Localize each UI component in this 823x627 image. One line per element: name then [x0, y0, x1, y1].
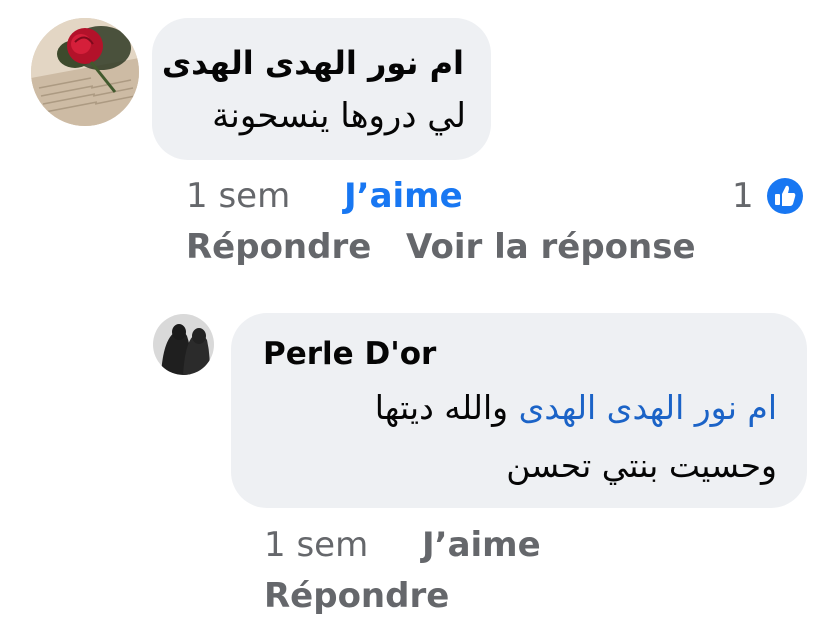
reply-text-line2: وحسيت بنتي تحسن [506, 446, 777, 485]
comment-text: لي دروها ينسحونة [212, 96, 466, 136]
mention-link[interactable]: ام نور الهدى الهدى [519, 388, 777, 427]
reaction-count[interactable]: 1 [732, 176, 754, 216]
comment-time[interactable]: 1 sem [186, 176, 290, 216]
comment-bubble [152, 18, 491, 160]
like-button[interactable]: J’aime [344, 176, 463, 216]
reply-avatar[interactable] [153, 314, 214, 375]
reply-text: والله ديتها [374, 388, 509, 427]
veiled-figures-image [153, 314, 214, 375]
thumbs-up-icon[interactable] [763, 174, 807, 218]
view-replies-link[interactable]: Voir la réponse [406, 227, 696, 267]
reply-author[interactable]: Perle D'or [263, 336, 436, 372]
commenter-avatar[interactable] [31, 18, 139, 126]
rose-book-image [31, 18, 139, 126]
reply-button[interactable]: Répondre [186, 227, 371, 267]
reply-reply-button[interactable]: Répondre [264, 576, 449, 616]
reply-like-button[interactable]: J’aime [422, 525, 541, 565]
reply-time[interactable]: 1 sem [264, 525, 368, 565]
comment-author[interactable]: ام نور الهدى الهدى [162, 44, 464, 82]
reply-text-line1: ام نور الهدى الهدى والله ديتها [250, 388, 777, 427]
